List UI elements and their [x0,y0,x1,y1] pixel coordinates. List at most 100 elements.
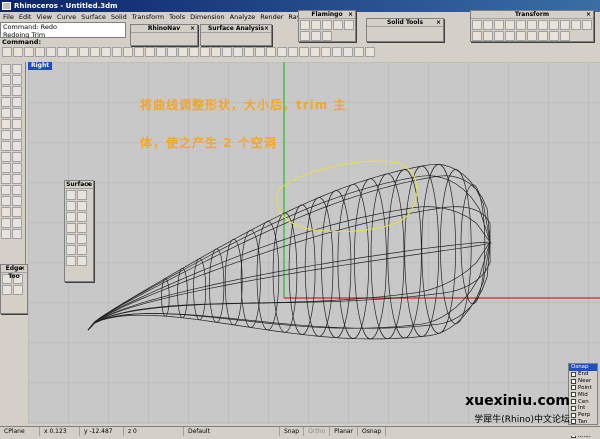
main-tool-icon[interactable] [1,174,11,184]
osnap-tan[interactable]: Tan [569,419,597,426]
checkbox-icon[interactable] [571,378,576,384]
standard-tool-icon[interactable] [310,47,320,57]
close-icon[interactable]: × [348,11,353,19]
transform-tool-icon[interactable] [549,20,559,30]
menu-item-surface[interactable]: Surface [81,12,106,22]
flamingo-tool-icon[interactable] [300,20,310,30]
transform-tool-icon[interactable] [549,31,559,41]
standard-tool-icon[interactable] [13,47,23,57]
standard-tool-icon[interactable] [101,47,111,57]
main-tool-icon[interactable] [12,75,22,85]
checkbox-icon[interactable] [571,405,576,411]
transform-tool-icon[interactable] [516,31,526,41]
standard-tool-icon[interactable] [134,47,144,57]
transform-tool-icon[interactable] [516,20,526,30]
main-tool-icon[interactable] [1,108,11,118]
viewport-canvas[interactable] [28,62,600,424]
menu-item-tools[interactable]: Tools [169,12,185,22]
transform-tool-icon[interactable] [582,20,592,30]
main-tool-icon[interactable] [12,152,22,162]
osnap-int[interactable]: Int [569,405,597,412]
menu-item-dimension[interactable]: Dimension [190,12,225,22]
surface-tool-icon[interactable] [77,234,87,244]
flamingo-tool-icon[interactable] [311,31,321,41]
standard-tool-icon[interactable] [343,47,353,57]
osnap-near[interactable]: Near [569,378,597,385]
surface-tool-icon[interactable] [66,212,76,222]
main-tool-icon[interactable] [1,163,11,173]
main-tool-icon[interactable] [1,86,11,96]
edge-tool-icon[interactable] [13,285,23,295]
status-ortho[interactable]: Ortho [304,427,331,436]
transform-tool-icon[interactable] [483,31,493,41]
main-tool-icon[interactable] [1,185,11,195]
standard-tool-icon[interactable] [277,47,287,57]
checkbox-icon[interactable] [571,399,576,405]
standard-tool-icon[interactable] [211,47,221,57]
transform-tool-icon[interactable] [571,20,581,30]
standard-tool-icon[interactable] [189,47,199,57]
surface-tool-icon[interactable] [77,190,87,200]
status-snap[interactable]: Snap [280,427,305,436]
standard-tool-icon[interactable] [222,47,232,57]
standard-tool-icon[interactable] [354,47,364,57]
flamingo-tool-icon[interactable] [300,31,310,41]
menu-item-solid[interactable]: Solid [111,12,127,22]
standard-tool-icon[interactable] [24,47,34,57]
checkbox-icon[interactable] [571,419,576,425]
osnap-end[interactable]: End [569,371,597,378]
close-icon[interactable]: × [264,25,269,33]
status-planar[interactable]: Planar [330,427,359,436]
close-icon[interactable]: × [86,181,91,189]
surface-tool-icon[interactable] [77,223,87,233]
main-tool-icon[interactable] [1,218,11,228]
standard-tool-icon[interactable] [90,47,100,57]
menu-item-transform[interactable]: Transform [132,12,164,22]
standard-tool-icon[interactable] [167,47,177,57]
osnap-cen[interactable]: Cen [569,398,597,405]
main-tool-icon[interactable] [12,185,22,195]
main-tool-icon[interactable] [1,229,11,239]
status-osnap[interactable]: Osnap [358,427,387,436]
flamingo-tool-icon[interactable] [311,20,321,30]
standard-tool-icon[interactable] [46,47,56,57]
main-tool-icon[interactable] [12,207,22,217]
transform-tool-icon[interactable] [527,31,537,41]
standard-tool-icon[interactable] [288,47,298,57]
main-tool-icon[interactable] [1,141,11,151]
transform-tool-icon[interactable] [560,20,570,30]
transform-tool-icon[interactable] [505,20,515,30]
osnap-point[interactable]: Point [569,385,597,392]
close-icon[interactable]: × [436,19,441,27]
standard-tool-icon[interactable] [145,47,155,57]
main-tool-icon[interactable] [12,108,22,118]
main-tool-icon[interactable] [12,218,22,228]
close-icon[interactable]: × [190,25,195,33]
status-layer[interactable]: Default [184,427,280,436]
checkbox-icon[interactable] [571,371,576,377]
standard-tool-icon[interactable] [365,47,375,57]
checkbox-icon[interactable] [571,385,576,391]
transform-tool-icon[interactable] [483,20,493,30]
menu-item-analyze[interactable]: Analyze [230,12,256,22]
checkbox-icon[interactable] [571,412,576,418]
standard-tool-icon[interactable] [68,47,78,57]
standard-tool-icon[interactable] [57,47,67,57]
viewport-tab-right[interactable]: Right [28,62,52,70]
standard-tool-icon[interactable] [299,47,309,57]
transform-tool-icon[interactable] [527,20,537,30]
standard-tool-icon[interactable] [112,47,122,57]
transform-tool-icon[interactable] [560,31,570,41]
main-tool-icon[interactable] [1,97,11,107]
surface-tool-icon[interactable] [66,245,76,255]
main-tool-icon[interactable] [12,229,22,239]
checkbox-icon[interactable] [571,392,576,398]
surface-tool-icon[interactable] [66,201,76,211]
main-tool-icon[interactable] [1,152,11,162]
main-tool-icon[interactable] [12,174,22,184]
osnap-mid[interactable]: Mid [569,391,597,398]
standard-tool-icon[interactable] [266,47,276,57]
menu-item-view[interactable]: View [36,12,51,22]
edge-tool-icon[interactable] [2,285,12,295]
flamingo-tool-icon[interactable] [322,20,332,30]
